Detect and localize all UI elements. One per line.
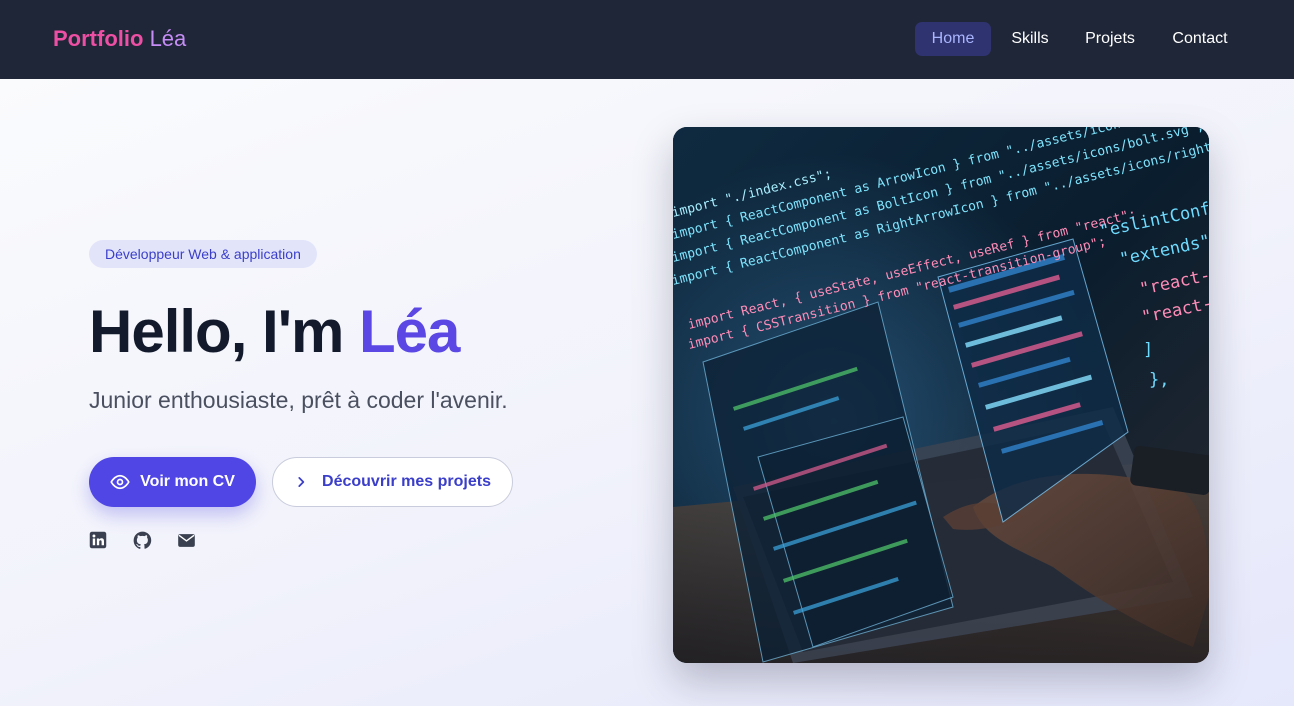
nav-projets[interactable]: Projets: [1074, 22, 1146, 56]
github-icon[interactable]: [133, 531, 153, 551]
hero-headline: Hello, I'm Léa: [89, 296, 460, 368]
config-line: },: [1149, 370, 1169, 390]
nav-skills[interactable]: Skills: [1000, 22, 1060, 56]
eye-icon: [110, 472, 130, 492]
linkedin-icon[interactable]: [89, 531, 109, 551]
headline-name: Léa: [359, 298, 460, 365]
brand-logo[interactable]: Portfolio Léa: [53, 25, 186, 53]
hero-section: Développeur Web & application Hello, I'm…: [0, 79, 1294, 706]
brand-title: Portfolio: [53, 26, 144, 51]
hero-tagline: Junior enthousiaste, prêt à coder l'aven…: [89, 387, 508, 413]
view-cv-button[interactable]: Voir mon CV: [89, 457, 256, 507]
discover-projects-button[interactable]: Découvrir mes projets: [272, 457, 513, 507]
view-cv-label: Voir mon CV: [140, 473, 235, 490]
discover-projects-label: Découvrir mes projets: [322, 473, 491, 490]
navbar: Portfolio Léa Home Skills Projets Contac…: [0, 0, 1294, 79]
headline-prefix: Hello, I'm: [89, 298, 344, 365]
nav-home[interactable]: Home: [915, 22, 991, 56]
config-line: ]: [1143, 340, 1153, 360]
mail-icon[interactable]: [177, 531, 197, 551]
role-badge: Développeur Web & application: [89, 240, 317, 268]
hero-image: import "./index.css"; import { ReactComp…: [673, 127, 1209, 663]
nav-contact[interactable]: Contact: [1160, 22, 1240, 56]
brand-name: Léa: [149, 26, 187, 51]
chevron-right-icon: [294, 475, 308, 489]
